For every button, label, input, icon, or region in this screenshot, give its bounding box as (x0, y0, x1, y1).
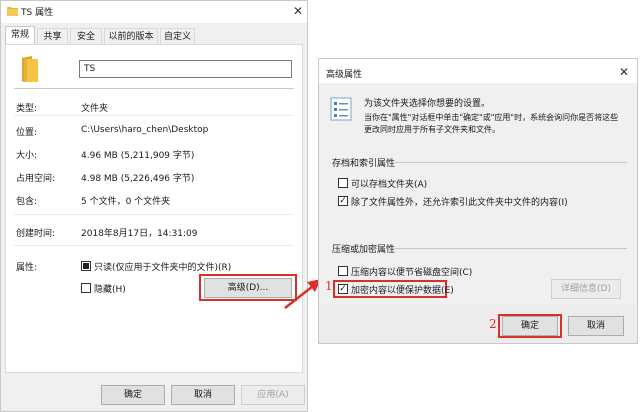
tab-sharing[interactable]: 共享 (37, 28, 68, 44)
tab-security[interactable]: 安全 (70, 28, 102, 44)
folder-name-field[interactable]: TS (79, 60, 292, 78)
tab-customize[interactable]: 自定义 (160, 28, 195, 44)
folder-small-icon (7, 6, 18, 16)
size-value: 4.96 MB (5,211,909 字节) (81, 151, 195, 161)
contains-value: 5 个文件，0 个文件夹 (81, 197, 171, 207)
divider (14, 214, 294, 215)
encrypt-label: 加密内容以便保护数据(E) (351, 286, 454, 296)
details-button[interactable]: 详细信息(D) (551, 279, 621, 299)
close-icon[interactable]: ✕ (293, 4, 303, 18)
encrypt-checkbox[interactable]: ✓ (338, 284, 348, 294)
intro-text-1: 为该文件夹选择你想要的设置。 (364, 99, 491, 109)
group-divider (395, 248, 627, 249)
divider (14, 115, 294, 116)
archive-index-group-title: 存档和索引属性 (332, 159, 396, 169)
advanced-cancel-button[interactable]: 取消 (568, 316, 624, 336)
ok-button[interactable]: 确定 (101, 385, 165, 405)
advanced-attributes-dialog: 高级属性 ✕ 为该文件夹选择你想要的设置。 当你在"属性"对话框中单击"确定"或… (318, 58, 638, 344)
index-checkbox[interactable]: ✓ (338, 196, 348, 206)
contains-label: 包含: (16, 197, 38, 207)
divider (14, 88, 294, 89)
location-label: 位置: (16, 128, 38, 138)
group-divider (395, 162, 627, 163)
intro-text-2: 当你在"属性"对话框中单击"确定"或"应用"时，系统会询问你是否将这些 (364, 113, 619, 122)
arrow-annotation (283, 278, 323, 310)
general-panel: TS 类型: 文件夹 位置: C:\Users\haro_chen\Deskto… (5, 44, 303, 373)
type-label: 类型: (16, 104, 38, 114)
divider (14, 245, 294, 246)
folder-icon (20, 56, 40, 83)
step-2-marker: 2 (489, 317, 497, 331)
compress-encrypt-group-title: 压缩或加密属性 (332, 245, 396, 255)
close-icon[interactable]: ✕ (619, 65, 629, 79)
attributes-label: 属性: (16, 263, 38, 273)
advanced-button[interactable]: 高级(D)... (204, 278, 292, 298)
size-label: 大小: (16, 151, 38, 161)
compress-checkbox[interactable] (338, 266, 348, 276)
archive-label: 可以存档文件夹(A) (351, 180, 428, 190)
created-label: 创建时间: (16, 229, 56, 239)
location-value: C:\Users\haro_chen\Desktop (81, 125, 209, 135)
hidden-checkbox[interactable] (81, 283, 91, 293)
hidden-label: 隐藏(H) (94, 285, 126, 295)
readonly-checkbox[interactable] (81, 261, 91, 271)
intro-text-3: 更改同时应用于所有子文件夹和文件。 (364, 125, 500, 134)
advanced-ok-button[interactable]: 确定 (502, 316, 558, 336)
index-label: 除了文件属性外，还允许索引此文件夹中文件的内容(I) (351, 198, 568, 208)
archive-checkbox[interactable] (338, 178, 348, 188)
readonly-label: 只读(仅应用于文件夹中的文件)(R) (94, 263, 232, 273)
size-on-disk-label: 占用空间: (16, 174, 56, 184)
type-value: 文件夹 (81, 104, 109, 114)
size-on-disk-value: 4.98 MB (5,226,496 字节) (81, 174, 195, 184)
properties-window: TS 属性 ✕ 常规 共享 安全 以前的版本 自定义 TS 类型: 文件夹 位置… (0, 0, 308, 412)
tab-previous-versions[interactable]: 以前的版本 (104, 28, 158, 44)
step-1-marker: 1 (325, 279, 333, 293)
settings-list-icon (330, 97, 352, 121)
created-value: 2018年8月17日，14:31:09 (81, 229, 198, 239)
apply-button[interactable]: 应用(A) (241, 385, 305, 405)
window-title: TS 属性 (21, 8, 54, 18)
dialog-title: 高级属性 (326, 70, 363, 80)
cancel-button[interactable]: 取消 (171, 385, 235, 405)
compress-label: 压缩内容以便节省磁盘空间(C) (351, 268, 473, 278)
title-bar (319, 59, 637, 83)
tab-general[interactable]: 常规 (5, 26, 35, 45)
